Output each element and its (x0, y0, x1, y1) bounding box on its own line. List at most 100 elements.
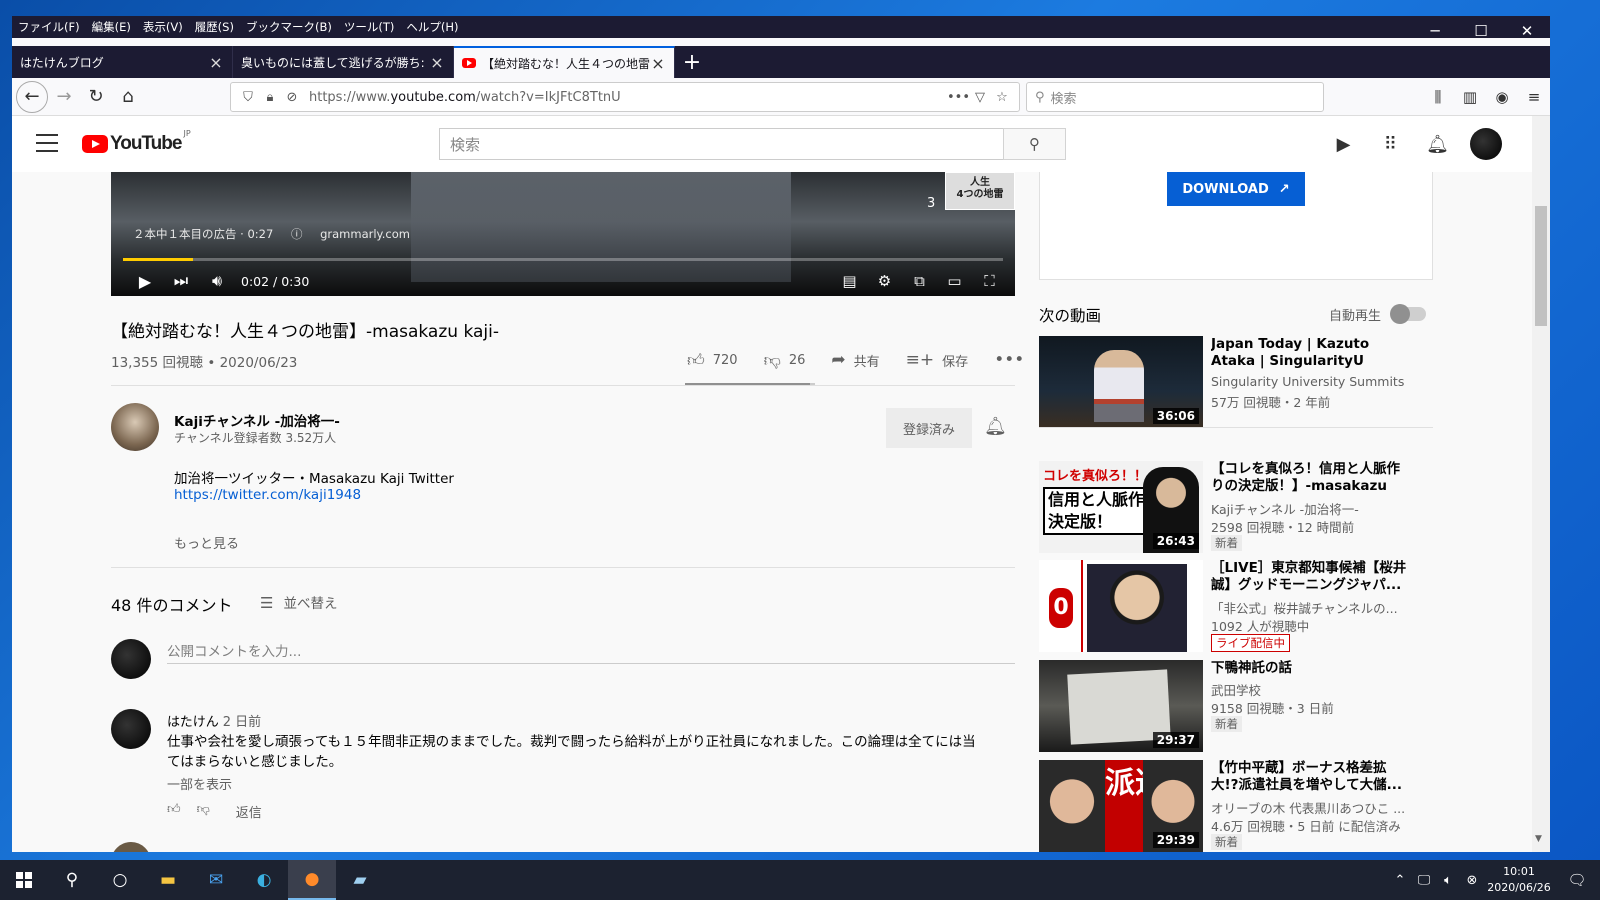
search-icon[interactable]: ⚲ (48, 860, 96, 900)
next-comment-avatar[interactable] (111, 842, 151, 852)
page-actions-icon[interactable]: ••• (947, 90, 970, 105)
play-icon[interactable]: ▶ (127, 272, 163, 291)
shield-icon[interactable]: ⛉ (237, 90, 259, 105)
video-thumbnail[interactable]: 29:37 (1039, 660, 1203, 752)
video-thumbnail[interactable]: コレを真似ろ！！ 信用と人脈作り 決定版！ 26:43 (1039, 461, 1203, 553)
tab-hatakenblog[interactable]: はたけんブログ × (12, 46, 233, 78)
reload-icon[interactable]: ↻ (80, 81, 112, 113)
video-title[interactable]: 下鴨神託の話 (1211, 660, 1411, 677)
sort-button[interactable]: ☰ 並べ替え (260, 592, 337, 612)
menu-file[interactable]: ファイル(F) (12, 19, 86, 35)
comment-author-avatar[interactable] (111, 709, 151, 749)
video-channel[interactable]: 「非公式」桜井誠チャンネルの... (1211, 598, 1431, 617)
menu-bookmarks[interactable]: ブックマーク(B) (240, 19, 338, 35)
close-window-icon[interactable]: ✕ (1504, 16, 1550, 46)
show-hidden-icons-icon[interactable]: ⌃ (1388, 873, 1412, 888)
comment-like-icon[interactable]: 👍︎ (167, 802, 181, 821)
video-thumbnail[interactable]: 36:06 (1039, 336, 1203, 428)
more-actions-icon[interactable]: ••• (994, 350, 1032, 370)
task-view-icon[interactable]: ○ (96, 860, 144, 900)
video-player[interactable]: ２本中１本目の広告 · 0:27 ⓘ grammarly.com 3 人生 4つ… (111, 172, 1015, 296)
guide-menu-icon[interactable] (36, 134, 58, 152)
share-button[interactable]: ➦ 共有 (831, 350, 879, 370)
apps-grid-icon[interactable]: ⠿ (1367, 130, 1414, 158)
search-button[interactable]: ⚲ (1003, 128, 1066, 160)
browser-search-input[interactable]: ⚲ 検索 (1026, 82, 1324, 112)
menu-history[interactable]: 履歴(S) (189, 19, 240, 35)
comment-show-more[interactable]: 一部を表示 (167, 774, 232, 793)
hamburger-menu-icon[interactable]: ≡ (1518, 81, 1550, 113)
volume-icon[interactable]: 🔈︎ (1436, 873, 1460, 888)
related-video[interactable]: 派遣 29:39 【竹中平蔵】ボーナス格差拡大!?派遣社員を増やして大儲... … (1039, 760, 1439, 852)
theater-mode-icon[interactable]: ▭ (937, 272, 972, 290)
mail-icon[interactable]: ✉ (192, 860, 240, 900)
progress-bar[interactable] (123, 258, 1003, 261)
create-video-icon[interactable]: ▶︎ (1320, 130, 1367, 158)
reply-button[interactable]: 返信 (236, 802, 262, 821)
back-arrow-icon[interactable]: ← (16, 80, 48, 113)
maximize-icon[interactable]: ☐ (1458, 16, 1504, 46)
comment-input[interactable]: 公開コメントを入力... (167, 640, 1015, 664)
related-video[interactable]: 36:06 Japan Today | Kazuto Ataka | Singu… (1039, 336, 1439, 430)
address-bar[interactable]: ⛉ 🔒︎ ⊘ https://www.youtube.com/watch?v=I… (230, 82, 1020, 112)
download-button[interactable]: DOWNLOAD ↗ (1167, 172, 1305, 206)
menu-edit[interactable]: 編集(E) (86, 19, 137, 35)
close-tab-icon[interactable]: × (650, 54, 666, 73)
upcoming-video-thumbnail[interactable]: 人生 4つの地雷 (945, 172, 1015, 210)
action-center-icon[interactable]: 🗨︎ (1554, 871, 1600, 889)
fullscreen-icon[interactable]: ⛶ (972, 272, 1007, 290)
next-icon[interactable]: ⏭︎ (163, 271, 199, 291)
video-channel[interactable]: Singularity University Summits (1211, 374, 1431, 389)
menu-help[interactable]: ヘルプ(H) (400, 19, 464, 35)
page-scrollbar[interactable]: ▼ (1532, 116, 1550, 852)
tab-youtube-video[interactable]: 【絶対踏むな！人生４つの地雷】- × (454, 46, 675, 78)
app-icon[interactable]: ▰ (336, 860, 384, 900)
video-channel[interactable]: オリーブの木 代表黒川あつひこ ... (1211, 798, 1431, 817)
notifications-bell-icon[interactable]: 🔔︎ (1414, 130, 1461, 158)
miniplayer-icon[interactable]: ⧉ (902, 272, 937, 290)
notification-bell-icon[interactable]: 🔔︎ (984, 416, 1007, 437)
volume-icon[interactable]: 🔊︎ (199, 271, 235, 291)
settings-gear-icon[interactable]: ⚙ (867, 272, 902, 290)
subscribed-button[interactable]: 登録済み (886, 408, 972, 448)
edge-browser-icon[interactable]: ◐ (240, 860, 288, 900)
video-title[interactable]: Japan Today | Kazuto Ataka | Singularity… (1211, 336, 1411, 370)
menu-tools[interactable]: ツール(T) (338, 19, 401, 35)
account-icon[interactable]: ◉ (1486, 81, 1518, 113)
info-icon[interactable]: ⓘ (291, 227, 303, 241)
tab-blog-post[interactable]: 臭いものには蓋して逃げるが勝ち: はたけ × (233, 46, 454, 78)
clock[interactable]: 10:01 2020/06/26 (1484, 864, 1554, 896)
video-channel[interactable]: Kajiチャンネル -加治将一- (1211, 499, 1431, 518)
related-video[interactable]: コレを真似ろ！！ 信用と人脈作り 決定版！ 26:43 【コレを真似ろ！信用と人… (1039, 461, 1439, 555)
like-button[interactable]: 👍︎ 720 (687, 350, 738, 371)
firefox-icon[interactable]: ● (288, 860, 336, 900)
related-video[interactable]: 0 ［LIVE］東京都知事候補【桜井誠】グッドモーニングジャパ... 「非公式」… (1039, 560, 1439, 654)
video-title[interactable]: 【コレを真似ろ！信用と人脈作りの決定版！】-masakazu kaji- (1211, 461, 1411, 495)
comment-author[interactable]: はたけん (167, 715, 219, 730)
channel-name[interactable]: Kajiチャンネル -加治将一- (174, 410, 340, 430)
scroll-down-icon[interactable]: ▼ (1535, 834, 1542, 844)
lock-icon[interactable]: 🔒︎ (259, 90, 281, 105)
home-icon[interactable]: ⌂ (112, 81, 144, 113)
autoplay-toggle[interactable] (1390, 304, 1426, 324)
scrollbar-thumb[interactable] (1535, 206, 1547, 326)
bookmark-star-icon[interactable]: ☆ (991, 90, 1013, 105)
start-button[interactable] (0, 860, 48, 900)
pocket-icon[interactable]: ▽ (969, 90, 991, 105)
video-channel[interactable]: 武田学校 (1211, 680, 1431, 699)
video-title[interactable]: ［LIVE］東京都知事候補【桜井誠】グッドモーニングジャパ... (1211, 560, 1411, 594)
close-tab-icon[interactable]: × (208, 53, 224, 72)
video-thumbnail[interactable]: 派遣 29:39 (1039, 760, 1203, 852)
related-video[interactable]: 29:37 下鴨神託の話 武田学校 9158 回視聴・3 日前 新着 (1039, 660, 1439, 754)
youtube-search-input[interactable]: 検索 (439, 128, 1004, 160)
account-avatar[interactable] (1470, 128, 1502, 160)
url-text[interactable]: https://www.youtube.com/watch?v=IkJFtC8T… (303, 90, 947, 105)
new-tab-icon[interactable]: + (675, 46, 709, 78)
ad-domain-link[interactable]: grammarly.com (320, 227, 410, 241)
description-link[interactable]: https://twitter.com/kaji1948 (174, 487, 361, 503)
subtitles-icon[interactable]: ▤ (832, 272, 867, 290)
video-thumbnail[interactable]: 0 (1039, 560, 1203, 652)
show-more-button[interactable]: もっと見る (174, 533, 239, 552)
save-button[interactable]: ≡+ 保存 (906, 350, 969, 370)
minimize-icon[interactable]: ─ (1412, 16, 1458, 46)
